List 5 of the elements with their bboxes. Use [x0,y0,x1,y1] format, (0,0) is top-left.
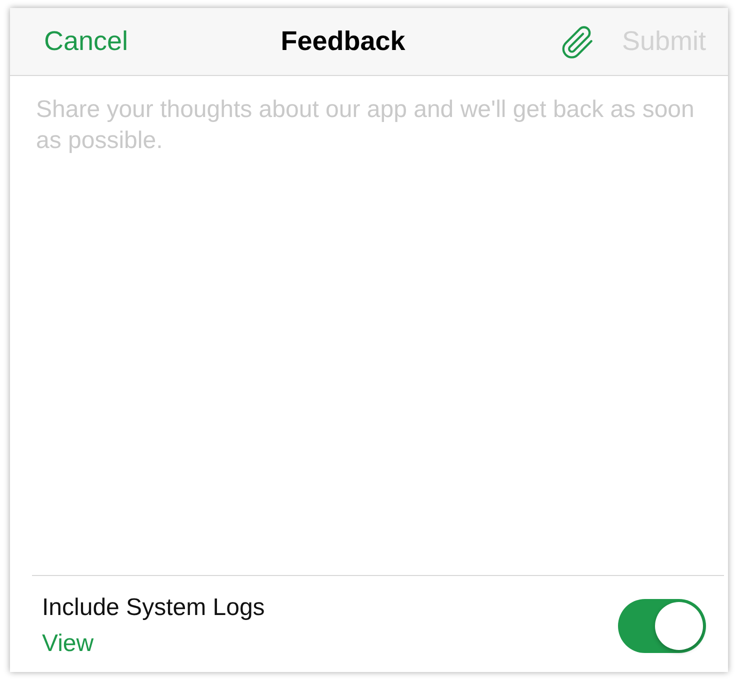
toggle-switch[interactable] [618,599,706,653]
cancel-button[interactable]: Cancel [44,21,128,62]
view-link[interactable]: View [42,626,265,662]
page-title: Feedback [280,26,406,56]
setting-label: Include System Logs [42,593,265,623]
